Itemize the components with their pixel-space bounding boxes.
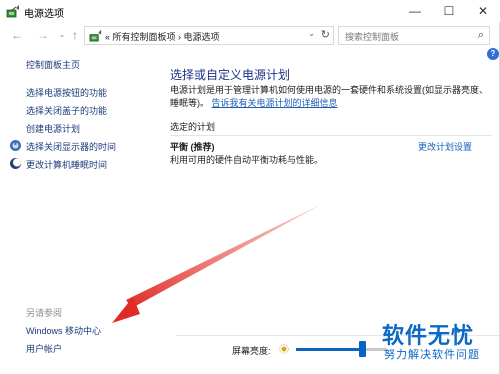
address-bar[interactable]: « 所有控制面板项 › 电源选项 ⌄ ↻	[84, 26, 334, 45]
maximize-button[interactable]: ☐	[432, 0, 466, 22]
control-panel-icon	[89, 29, 102, 42]
power-options-window: 电源选项 — ☐ ✕ ← → ⌄ ↑ « 所有控制面板项 › 电源选项 ⌄ ↻ …	[0, 0, 500, 374]
section-title: 选定的计划	[170, 122, 216, 132]
up-button[interactable]: ↑	[68, 27, 82, 43]
search-input[interactable]: 搜索控制面板 ⌕	[338, 26, 490, 45]
breadcrumb[interactable]: « 所有控制面板项 › 电源选项	[105, 30, 220, 43]
brightness-label: 屏幕亮度:	[232, 346, 271, 356]
see-also-heading: 另请参阅	[26, 308, 63, 318]
recent-locations-dropdown[interactable]: ⌄	[55, 27, 69, 43]
page-title: 选择或自定义电源计划	[170, 68, 291, 82]
selected-plan-section: 选定的计划	[170, 120, 492, 136]
sidebar: 控制面板主页 选择电源按钮的功能 选择关闭盖子的功能 创建电源计划 选择关闭显示…	[0, 48, 150, 374]
navigation-bar: ← → ⌄ ↑ « 所有控制面板项 › 电源选项 ⌄ ↻ 搜索控制面板 ⌕	[0, 22, 500, 48]
search-icon[interactable]: ⌕	[478, 29, 484, 42]
control-panel-home-link[interactable]: 控制面板主页	[26, 58, 80, 71]
sidebar-item-sleep[interactable]: 更改计算机睡眠时间	[26, 158, 107, 171]
brightness-slider-fill	[296, 348, 362, 351]
sidebar-item-lid[interactable]: 选择关闭盖子的功能	[26, 104, 107, 117]
sidebar-item-power-button[interactable]: 选择电源按钮的功能	[26, 86, 107, 99]
change-plan-settings-link[interactable]: 更改计划设置	[418, 140, 472, 153]
display-icon	[10, 140, 21, 151]
power-options-icon	[6, 5, 19, 18]
forward-button[interactable]: →	[36, 27, 50, 43]
refresh-icon[interactable]: ↻	[321, 28, 330, 41]
sun-icon	[279, 344, 289, 354]
window-title: 电源选项	[24, 9, 64, 20]
search-placeholder: 搜索控制面板	[345, 32, 400, 42]
plan-radio-balanced[interactable]: 平衡 (推荐)	[170, 140, 215, 153]
power-plan-info-link[interactable]: 告诉我有关电源计划的详细信息	[212, 98, 338, 108]
brightness-slider-thumb[interactable]	[359, 341, 366, 357]
sidebar-item-display-off[interactable]: 选择关闭显示器的时间	[26, 140, 116, 153]
address-dropdown-icon[interactable]: ⌄	[308, 29, 315, 38]
user-accounts-link[interactable]: 用户帐户	[26, 342, 62, 355]
page-description: 电源计划是用于管理计算机如何使用电源的一套硬件和系统设置(如显示器亮度、睡眠等)…	[170, 84, 490, 110]
windows-mobility-center-link[interactable]: Windows 移动中心	[26, 324, 101, 337]
minimize-button[interactable]: —	[398, 0, 432, 22]
back-button[interactable]: ←	[10, 27, 24, 43]
watermark-subtitle: 努力解决软件问题	[384, 349, 480, 361]
plan-description: 利用可用的硬件自动平衡功耗与性能。	[170, 155, 324, 165]
moon-icon	[10, 158, 21, 169]
title-bar: 电源选项 — ☐ ✕	[0, 0, 500, 22]
sidebar-item-create-plan[interactable]: 创建电源计划	[26, 122, 80, 135]
close-button[interactable]: ✕	[466, 0, 500, 22]
